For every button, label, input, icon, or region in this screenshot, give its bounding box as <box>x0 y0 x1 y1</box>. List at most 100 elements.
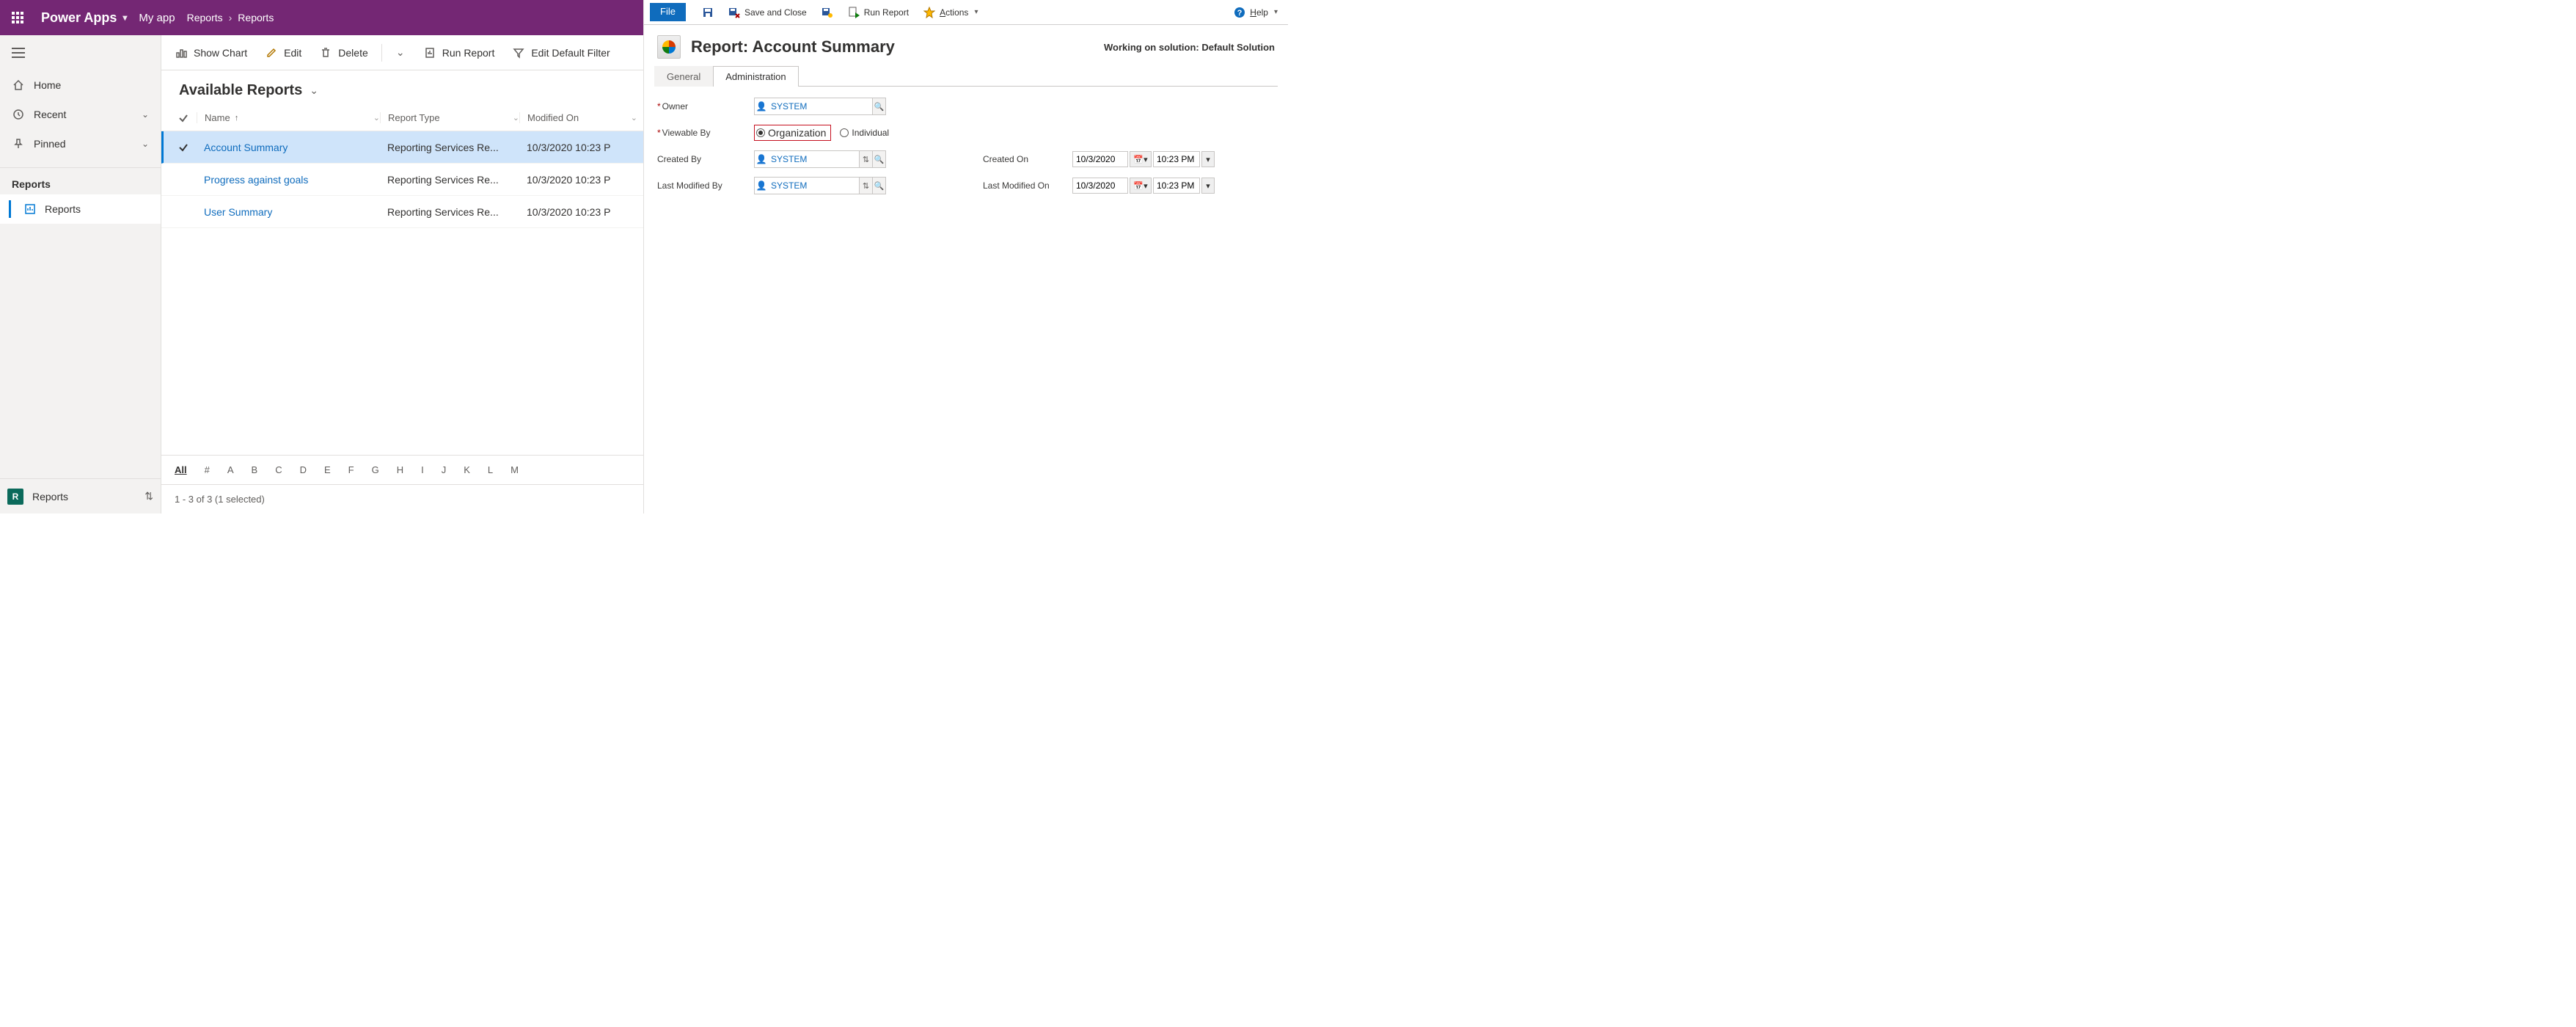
filter-icon <box>512 46 525 59</box>
alpha-filter-i[interactable]: I <box>421 464 424 475</box>
alpha-filter-h[interactable]: H <box>397 464 403 475</box>
sidebar-item-home[interactable]: Home <box>0 70 161 100</box>
edit-button[interactable]: Edit <box>257 42 309 64</box>
actions-menu[interactable]: AActionsctions▾ <box>919 5 982 20</box>
report-entity-icon <box>657 35 681 59</box>
alpha-filter-e[interactable]: E <box>324 464 331 475</box>
alpha-filter-f[interactable]: F <box>348 464 354 475</box>
alpha-filter-#[interactable]: # <box>205 464 210 475</box>
row-name-link[interactable]: User Summary <box>197 206 380 218</box>
alpha-filter-c[interactable]: C <box>275 464 282 475</box>
table-row[interactable]: Account SummaryReporting Services Re...1… <box>161 131 643 164</box>
alpha-filter-k[interactable]: K <box>464 464 470 475</box>
save-and-close-button[interactable]: Save and Close <box>724 5 811 20</box>
selection-accent <box>9 200 11 218</box>
run-report-icon <box>848 7 860 18</box>
cmd-label: Delete <box>338 47 367 59</box>
edit-default-filter-button[interactable]: Edit Default Filter <box>505 42 617 64</box>
delete-button[interactable]: Delete <box>312 42 375 64</box>
tab-general[interactable]: General <box>654 66 713 87</box>
footer-area-label[interactable]: Reports <box>32 491 68 502</box>
alpha-filter-all[interactable]: All <box>175 464 187 475</box>
field-viewable-by: *Viewable By Organization Individual <box>657 123 965 142</box>
hamburger-button[interactable] <box>0 35 161 70</box>
sidebar-item-recent[interactable]: Recent ⌄ <box>0 100 161 129</box>
field-owner: *Owner 👤 SYSTEM 🔍 <box>657 97 965 116</box>
save-new-icon <box>822 7 833 18</box>
radio-label: Individual <box>852 128 889 138</box>
last-modified-on-time-input[interactable] <box>1153 178 1200 194</box>
lookup-search-icon[interactable]: 🔍 <box>872 151 885 167</box>
waffle-icon[interactable] <box>6 6 29 29</box>
grid-rows: Account SummaryReporting Services Re...1… <box>161 131 643 455</box>
area-switcher-icon[interactable]: ⇅ <box>144 490 153 502</box>
run-report-button[interactable]: Run Report <box>416 42 502 64</box>
crumb-1[interactable]: Reports <box>238 12 274 23</box>
table-row[interactable]: Progress against goalsReporting Services… <box>161 164 643 196</box>
sidebar-item-pinned[interactable]: Pinned ⌄ <box>0 129 161 158</box>
created-on-date-input[interactable] <box>1072 151 1128 167</box>
select-all-checkbox[interactable] <box>170 113 197 123</box>
field-label: Last Modified By <box>657 180 722 191</box>
power-apps-shell: Power Apps ▾ My app Reports › Reports Ho… <box>0 0 644 514</box>
environment-badge[interactable]: R <box>7 489 23 505</box>
row-name-link[interactable]: Progress against goals <box>197 174 380 186</box>
tab-administration[interactable]: Administration <box>713 66 798 87</box>
alpha-filter-b[interactable]: B <box>252 464 258 475</box>
run-report-button[interactable]: Run Report <box>844 5 913 20</box>
alpha-filter-g[interactable]: G <box>372 464 379 475</box>
stepper-icon[interactable]: ⇅ <box>859 151 872 167</box>
lookup-value[interactable]: SYSTEM <box>768 180 859 191</box>
column-menu-icon[interactable]: ⌄ <box>373 113 380 123</box>
alpha-filter-a[interactable]: A <box>227 464 234 475</box>
lookup-value[interactable]: SYSTEM <box>768 101 872 112</box>
calendar-picker-icon[interactable]: 📅▾ <box>1130 151 1152 167</box>
created-by-lookup[interactable]: 👤 SYSTEM ⇅ 🔍 <box>754 150 886 168</box>
radio-individual[interactable] <box>840 128 849 137</box>
owner-lookup[interactable]: 👤 SYSTEM 🔍 <box>754 98 886 115</box>
clock-icon <box>12 108 25 121</box>
brand-label[interactable]: Power Apps ▾ <box>41 10 127 26</box>
sort-asc-icon: ↑ <box>235 114 239 123</box>
help-button[interactable]: ?Help▾ <box>1229 5 1282 20</box>
file-menu-button[interactable]: File <box>650 3 686 21</box>
brand-text: Power Apps <box>41 10 117 26</box>
sidebar-section-label: Reports <box>0 167 161 194</box>
column-report-type[interactable]: Report Type ⌄ <box>380 112 519 123</box>
table-row[interactable]: User SummaryReporting Services Re...10/3… <box>161 196 643 228</box>
lookup-search-icon[interactable]: 🔍 <box>872 98 885 114</box>
alpha-filter-j[interactable]: J <box>442 464 447 475</box>
alpha-filter-d[interactable]: D <box>300 464 307 475</box>
row-name-link[interactable]: Account Summary <box>197 142 380 153</box>
last-modified-on-date-input[interactable] <box>1072 178 1128 194</box>
view-switcher-button[interactable]: ⌄ <box>310 84 318 97</box>
show-chart-button[interactable]: Show Chart <box>167 42 255 64</box>
field-label: Owner <box>662 101 688 112</box>
lookup-search-icon[interactable]: 🔍 <box>872 178 885 194</box>
save-and-new-button[interactable] <box>817 5 838 20</box>
lookup-value[interactable]: SYSTEM <box>768 154 859 164</box>
col-label: Report Type <box>388 112 440 123</box>
sidebar-item-reports[interactable]: Reports <box>0 194 161 224</box>
delete-split-button[interactable]: ⌄ <box>388 42 413 64</box>
calendar-picker-icon[interactable]: 📅▾ <box>1130 178 1152 194</box>
column-menu-icon[interactable]: ⌄ <box>513 113 519 123</box>
stepper-icon[interactable]: ⇅ <box>859 178 872 194</box>
app-header: Power Apps ▾ My app Reports › Reports <box>0 0 643 35</box>
created-on-time-input[interactable] <box>1153 151 1200 167</box>
main-pane: Show Chart Edit Delete ⌄ Run Report <box>161 35 643 514</box>
save-button[interactable] <box>698 5 718 20</box>
last-modified-by-lookup[interactable]: 👤 SYSTEM ⇅ 🔍 <box>754 177 886 194</box>
crumb-0[interactable]: Reports <box>187 12 223 23</box>
alpha-filter-l[interactable]: L <box>488 464 493 475</box>
time-picker-icon[interactable]: ▾ <box>1201 178 1215 194</box>
column-name[interactable]: Name ↑ ⌄ <box>197 112 380 123</box>
column-modified-on[interactable]: Modified On⌄ <box>519 112 637 123</box>
row-checkbox[interactable] <box>170 142 197 153</box>
radio-organization[interactable] <box>756 128 765 137</box>
column-menu-icon[interactable]: ⌄ <box>631 113 637 123</box>
alpha-filter-m[interactable]: M <box>511 464 519 475</box>
time-picker-icon[interactable]: ▾ <box>1201 151 1215 167</box>
col-label: Name <box>205 112 230 123</box>
app-name[interactable]: My app <box>139 12 175 24</box>
